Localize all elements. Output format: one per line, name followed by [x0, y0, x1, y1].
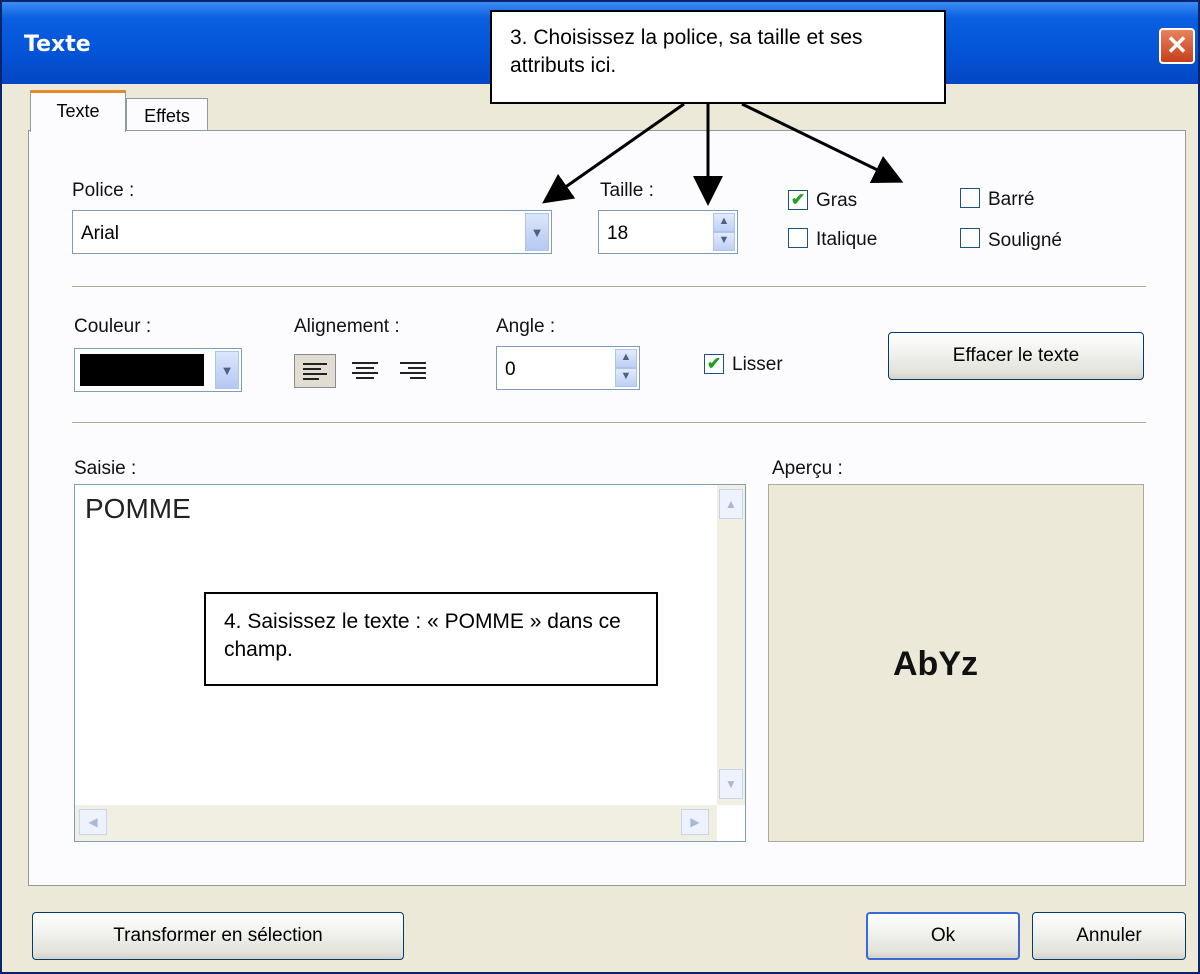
tab-texte[interactable]: Texte [30, 90, 126, 132]
step4-callout: 4. Saisissez le texte : « POMME » dans c… [204, 592, 658, 686]
arrow-to-font [542, 102, 685, 204]
annotation-arrows [542, 102, 904, 206]
arrow-to-styles [741, 102, 904, 183]
step3-callout: 3. Choisissez la police, sa taille et se… [490, 10, 946, 104]
